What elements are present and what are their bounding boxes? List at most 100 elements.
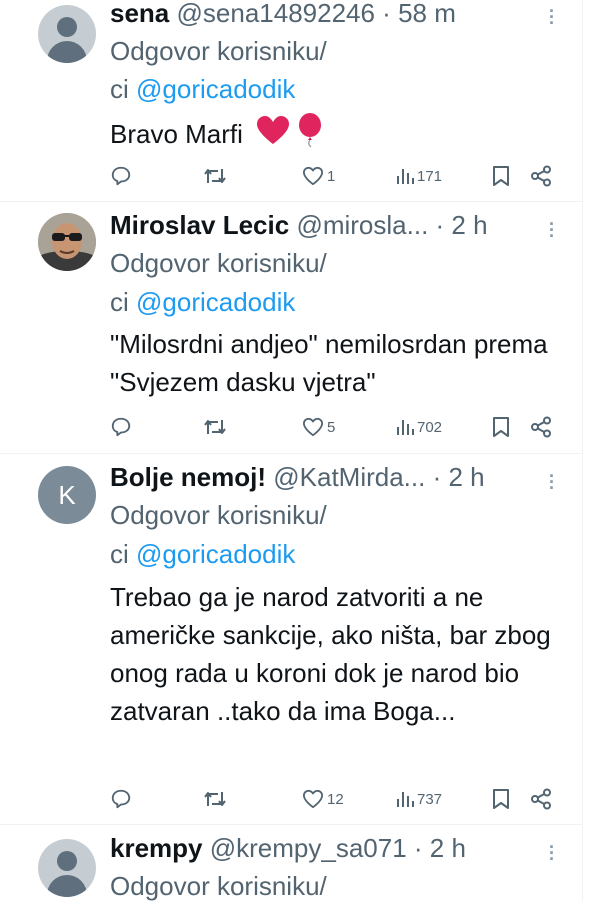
heart-emoji-icon: [256, 116, 290, 156]
bookmark-icon: [493, 166, 509, 186]
like-button[interactable]: 1: [302, 163, 335, 189]
more-icon[interactable]: · · ·: [548, 838, 556, 868]
reply-context: Odgovor korisniku/: [110, 498, 327, 532]
views-icon: [397, 420, 414, 435]
reply-context-cont: ci @goricadodik: [110, 72, 295, 106]
display-name[interactable]: sena: [110, 0, 169, 28]
like-button[interactable]: 12: [302, 786, 344, 812]
mention-link[interactable]: @goricadodik: [136, 287, 295, 317]
timestamp[interactable]: 58 m: [398, 0, 456, 28]
separator-dot: ·: [374, 0, 399, 28]
timestamp[interactable]: 2 h: [430, 833, 466, 863]
user-handle[interactable]: @KatMirda...: [273, 462, 425, 492]
display-name[interactable]: Bolje nemoj!: [110, 462, 266, 492]
retweet-button[interactable]: [203, 163, 227, 189]
bookmark-button[interactable]: [492, 163, 510, 189]
reply-label: Odgovor korisniku/: [110, 248, 327, 278]
views-icon: [397, 792, 414, 807]
reply-label-cont: ci: [110, 539, 136, 569]
like-count: 12: [327, 790, 344, 808]
reply-label-cont: ci: [110, 74, 136, 104]
bookmark-icon: [493, 789, 509, 809]
tweet-header: krempy @krempy_sa071 · 2 h: [110, 831, 466, 865]
user-handle[interactable]: @krempy_sa071: [210, 833, 407, 863]
reply-icon: [111, 789, 131, 809]
reply-button[interactable]: [110, 163, 132, 189]
user-handle[interactable]: @sena14892246: [177, 0, 375, 28]
display-name[interactable]: krempy: [110, 833, 203, 863]
share-button[interactable]: [530, 786, 552, 812]
share-button[interactable]: [530, 163, 552, 189]
reply-icon: [111, 166, 131, 186]
timestamp[interactable]: 2 h: [451, 210, 487, 240]
bookmark-button[interactable]: [492, 414, 510, 440]
retweet-icon: [204, 169, 226, 183]
views-button[interactable]: 702: [396, 414, 442, 440]
retweet-icon: [204, 792, 226, 806]
action-bar: 5 702: [0, 414, 582, 440]
more-icon[interactable]: · · ·: [548, 467, 556, 497]
mention-link[interactable]: @goricadodik: [136, 539, 295, 569]
user-handle[interactable]: @mirosla...: [296, 210, 428, 240]
timestamp[interactable]: 2 h: [448, 462, 484, 492]
reply-label: Odgovor korisniku/: [110, 871, 327, 901]
views-count: 702: [417, 418, 443, 436]
more-icon[interactable]: · · ·: [548, 2, 556, 32]
more-icon[interactable]: · · ·: [548, 215, 556, 245]
timeline: sena @sena14892246 · 58 m · · · Odgovor ko…: [0, 0, 583, 903]
tweet-text-content: "Milosrdni andjeo" nemilosrdan prema "Sv…: [110, 329, 548, 397]
heart-icon: [302, 417, 323, 437]
tweet-text: Trebao ga je narod zatvoriti a ne američ…: [110, 578, 570, 730]
tweet-text: "Milosrdni andjeo" nemilosrdan prema "Sv…: [110, 325, 570, 401]
balloon-emoji-icon: [297, 113, 323, 159]
reply-button[interactable]: [110, 786, 132, 812]
reply-context: Odgovor korisniku/: [110, 246, 327, 280]
views-button[interactable]: 171: [396, 163, 442, 189]
reply-icon: [111, 417, 131, 437]
share-icon: [531, 165, 551, 187]
share-icon: [531, 788, 551, 810]
views-count: 737: [417, 790, 443, 808]
separator-dot: ·: [425, 462, 449, 492]
like-count: 1: [327, 167, 336, 185]
reply-context-cont: ci @goricadodik: [110, 537, 295, 571]
separator-dot: ·: [406, 833, 430, 863]
tweet[interactable]: krempy @krempy_sa071 · 2 h · · · Odgovor k…: [0, 824, 582, 903]
views-icon: [397, 169, 414, 184]
reply-context: Odgovor korisniku/: [110, 869, 327, 903]
share-icon: [531, 416, 551, 438]
action-bar: 12 737: [0, 786, 582, 812]
avatar[interactable]: K: [38, 466, 96, 524]
mention-link[interactable]: @goricadodik: [136, 74, 295, 104]
tweet-text: Bravo Marfi: [110, 113, 570, 159]
heart-icon: [302, 166, 323, 186]
tweet-text-content: Trebao ga je narod zatvoriti a ne američ…: [110, 582, 551, 726]
tweet[interactable]: K Bolje nemoj! @KatMirda... · 2 h · · · Od…: [0, 453, 582, 825]
views-button[interactable]: 737: [396, 786, 442, 812]
reply-button[interactable]: [110, 414, 132, 440]
retweet-button[interactable]: [203, 414, 227, 440]
retweet-button[interactable]: [203, 786, 227, 812]
tweet-text-content: Bravo Marfi: [110, 118, 243, 149]
reply-label: Odgovor korisniku/: [110, 36, 327, 66]
retweet-icon: [204, 420, 226, 434]
tweet-header: sena @sena14892246 · 58 m: [110, 0, 456, 30]
avatar-letter: K: [58, 480, 76, 510]
bookmark-button[interactable]: [492, 786, 510, 812]
tweet[interactable]: sena @sena14892246 · 58 m · · · Odgovor ko…: [0, 0, 582, 202]
separator-dot: ·: [428, 210, 452, 240]
avatar[interactable]: [38, 213, 96, 271]
tweet[interactable]: Miroslav Lecic @mirosla... · 2 h · · · Odg…: [0, 201, 582, 454]
avatar[interactable]: [38, 5, 96, 63]
reply-label-cont: ci: [110, 287, 136, 317]
tweet-header: Bolje nemoj! @KatMirda... · 2 h: [110, 460, 485, 494]
views-count: 171: [417, 167, 443, 185]
share-button[interactable]: [530, 414, 552, 440]
like-button[interactable]: 5: [302, 414, 335, 440]
reply-context-cont: ci @goricadodik: [110, 285, 295, 319]
display-name[interactable]: Miroslav Lecic: [110, 210, 289, 240]
avatar[interactable]: [38, 839, 96, 897]
bookmark-icon: [493, 417, 509, 437]
reply-context: Odgovor korisniku/: [110, 34, 327, 68]
tweet-header: Miroslav Lecic @mirosla... · 2 h: [110, 208, 488, 242]
